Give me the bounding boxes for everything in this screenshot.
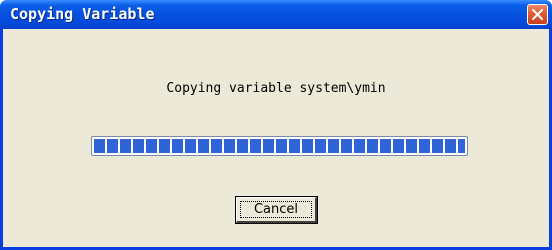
title-bar[interactable]: Copying Variable bbox=[0, 0, 552, 29]
dialog-window: Copying Variable Copying variable system… bbox=[0, 0, 552, 250]
cancel-button[interactable]: Cancel bbox=[236, 197, 317, 223]
close-button[interactable] bbox=[527, 4, 548, 25]
window-title: Copying Variable bbox=[10, 5, 155, 23]
cancel-button-label: Cancel bbox=[240, 201, 312, 218]
progress-fill bbox=[94, 139, 465, 153]
progress-bar bbox=[91, 136, 468, 156]
dialog-body: Copying variable system\ymin Cancel bbox=[3, 29, 549, 247]
copy-status-message: Copying variable system\ymin bbox=[166, 81, 386, 96]
close-icon bbox=[532, 9, 543, 20]
